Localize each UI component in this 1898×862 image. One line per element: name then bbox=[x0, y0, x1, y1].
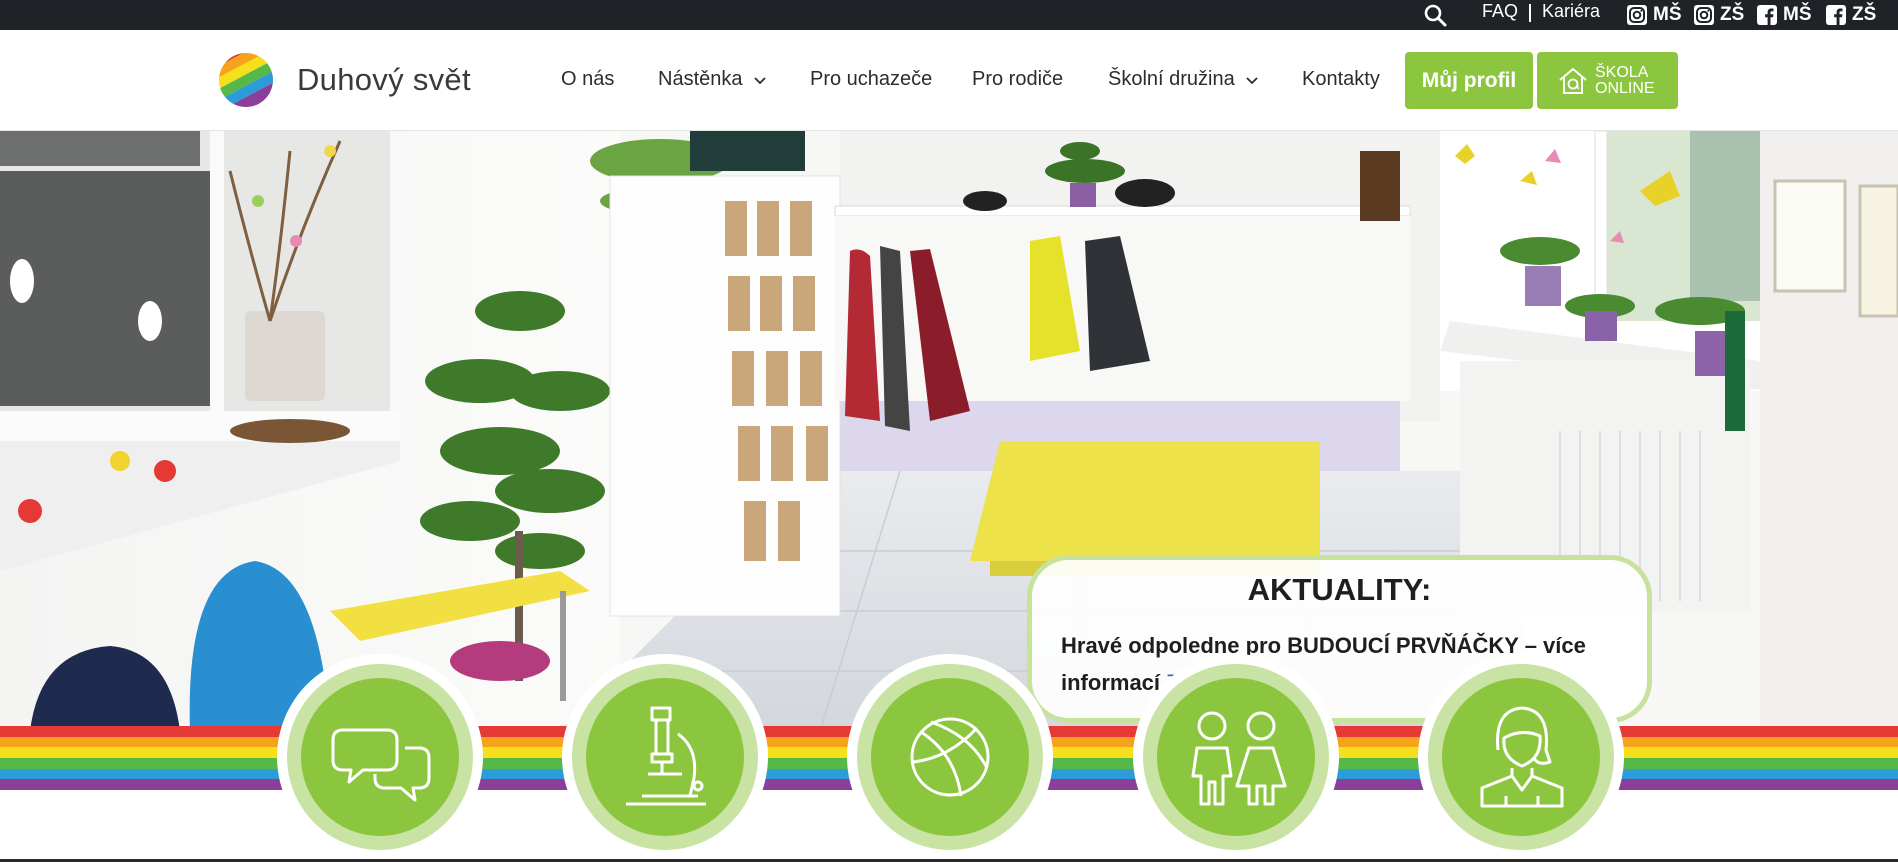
skola-online-button[interactable]: ŠKOLA ONLINE bbox=[1537, 52, 1678, 109]
circle-children[interactable] bbox=[1133, 654, 1339, 860]
site-header: Duhový svět O nás Nástěnka Pro uchazeče … bbox=[0, 30, 1898, 131]
facebook-icon bbox=[1757, 5, 1777, 25]
house-icon bbox=[1559, 67, 1587, 94]
social-label: ZŠ bbox=[1852, 4, 1877, 25]
teacher-icon bbox=[1480, 706, 1564, 808]
nav-label: Nástěnka bbox=[658, 68, 743, 90]
facebook-icon bbox=[1826, 5, 1846, 25]
basketball-icon bbox=[910, 717, 990, 797]
facebook-ms-link[interactable]: MŠ bbox=[1756, 2, 1812, 28]
social-label: MŠ bbox=[1783, 4, 1812, 25]
circle-core bbox=[1442, 678, 1600, 836]
chevron-down-icon bbox=[1246, 76, 1258, 84]
circle-core bbox=[1157, 678, 1315, 836]
circle-communication[interactable] bbox=[277, 654, 483, 860]
microscope-icon bbox=[626, 706, 706, 806]
site-brand[interactable]: Duhový svět bbox=[297, 62, 471, 98]
social-label: MŠ bbox=[1653, 4, 1682, 25]
children-icon bbox=[1191, 711, 1287, 806]
divider bbox=[1529, 4, 1531, 22]
circle-core bbox=[586, 678, 744, 836]
my-profile-button[interactable]: Můj profil bbox=[1405, 52, 1533, 109]
nav-pro-rodice[interactable]: Pro rodiče bbox=[972, 68, 1063, 91]
facebook-zs-link[interactable]: ZŠ bbox=[1825, 2, 1876, 28]
nav-label: O nás bbox=[561, 68, 615, 90]
instagram-icon bbox=[1694, 5, 1714, 25]
faq-link[interactable]: FAQ bbox=[1482, 0, 1518, 30]
kariera-link[interactable]: Kariéra bbox=[1542, 0, 1600, 30]
nav-label: Pro rodiče bbox=[972, 68, 1064, 90]
instagram-icon bbox=[1627, 5, 1647, 25]
news-title: AKTUALITY: bbox=[1247, 572, 1432, 607]
hero-banner: AKTUALITY: Hravé odpoledne pro BUDOUCÍ P… bbox=[0, 131, 1898, 731]
skola-line: ŠKOLA bbox=[1595, 63, 1649, 81]
nav-label: Školní družina bbox=[1108, 68, 1235, 90]
nav-skolni-druzina[interactable]: Školní družina bbox=[1108, 68, 1259, 91]
speech-bubbles-icon bbox=[331, 728, 431, 802]
nav-nastenka[interactable]: Nástěnka bbox=[658, 68, 767, 91]
circle-teacher[interactable] bbox=[1418, 654, 1624, 860]
nav-label: Pro uchazeče bbox=[810, 68, 933, 90]
circle-core bbox=[871, 678, 1029, 836]
social-label: ZŠ bbox=[1720, 4, 1745, 25]
nav-kontakty[interactable]: Kontakty bbox=[1302, 68, 1380, 91]
circle-sport[interactable] bbox=[847, 654, 1053, 860]
circle-science[interactable] bbox=[562, 654, 768, 860]
top-bar: FAQ Kariéra MŠ ZŠ MŠ ZŠ bbox=[0, 0, 1898, 30]
rainbow-logo[interactable] bbox=[218, 52, 274, 108]
chevron-down-icon bbox=[753, 76, 766, 84]
search-icon[interactable] bbox=[1422, 2, 1448, 28]
nav-o-nas[interactable]: O nás bbox=[561, 68, 614, 91]
circle-core bbox=[301, 678, 459, 836]
instagram-ms-link[interactable]: MŠ bbox=[1626, 2, 1682, 28]
nav-label: Kontakty bbox=[1302, 68, 1380, 90]
skola-online-label: ŠKOLA ONLINE bbox=[1595, 63, 1655, 97]
nav-pro-uchazece[interactable]: Pro uchazeče bbox=[810, 68, 932, 91]
online-line: ONLINE bbox=[1595, 79, 1655, 97]
instagram-zs-link[interactable]: ZŠ bbox=[1693, 2, 1744, 28]
